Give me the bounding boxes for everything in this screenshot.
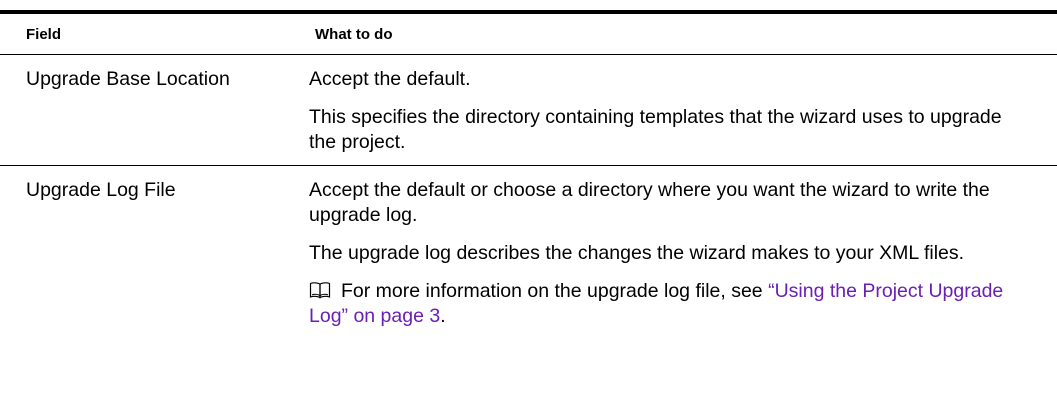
field-table: Field What to do Upgrade Base Location A… xyxy=(0,10,1057,339)
row-field-label: Upgrade Base Location xyxy=(26,68,230,90)
table-row-upgrade-base-location: Upgrade Base Location Accept the default… xyxy=(0,55,1057,165)
reference-note: For more information on the upgrade log … xyxy=(309,279,1005,329)
description-paragraph: This specifies the directory containing … xyxy=(309,106,1002,153)
description-paragraph: The upgrade log describes the changes th… xyxy=(309,242,965,264)
note-text: For more information on the upgrade log … xyxy=(341,280,769,302)
table-header-row: Field What to do xyxy=(0,14,1057,54)
description-paragraph: Accept the default or choose a directory… xyxy=(309,179,990,226)
book-icon xyxy=(309,282,331,299)
header-field: Field xyxy=(26,25,62,43)
table-row-upgrade-log-file: Upgrade Log File Accept the default or c… xyxy=(0,166,1057,339)
row-description: Accept the default. This specifies the d… xyxy=(285,55,1005,165)
description-paragraph: Accept the default. xyxy=(309,68,471,90)
row-field-label: Upgrade Log File xyxy=(26,179,176,201)
header-what-to-do: What to do xyxy=(315,25,393,43)
note-text-end: . xyxy=(440,305,446,327)
row-description: Accept the default or choose a directory… xyxy=(285,166,1005,339)
